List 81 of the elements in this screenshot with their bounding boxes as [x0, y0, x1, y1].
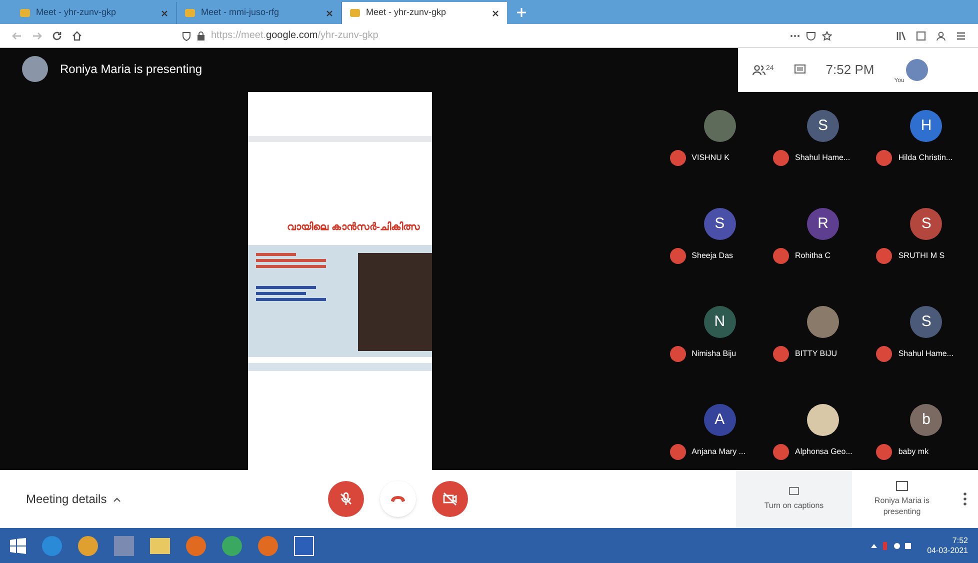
- participant-avatar: b: [910, 404, 942, 436]
- slide-title: വായിലെ കാൻസർ-ചികിത്സ: [286, 220, 421, 235]
- taskbar-date: 04-03-2021: [927, 546, 968, 556]
- star-icon[interactable]: [822, 30, 832, 40]
- presenter-label: Roniya Maria is presenting: [60, 61, 202, 78]
- mic-off-icon: [670, 346, 686, 362]
- chevron-up-icon: [112, 496, 121, 502]
- participant-name: VISHNU K: [692, 152, 730, 164]
- self-avatar: [906, 59, 928, 81]
- sidebar-icon[interactable]: [916, 30, 926, 40]
- participant-name: BITTY BIJU: [794, 348, 838, 360]
- captions-button[interactable]: Turn on captions: [736, 470, 852, 528]
- mic-off-icon: [339, 492, 354, 506]
- hang-up-button[interactable]: [380, 481, 416, 517]
- captions-icon: [789, 486, 799, 494]
- home-icon[interactable]: [72, 30, 82, 40]
- mic-off-icon: [876, 444, 892, 460]
- account-icon[interactable]: [936, 30, 946, 40]
- participant-avatar: S: [704, 208, 736, 240]
- taskbar-folder-icon[interactable]: [150, 538, 170, 554]
- mic-off-icon: [772, 150, 789, 166]
- mic-off-icon: [772, 248, 789, 264]
- shield-icon: [182, 30, 191, 40]
- slide-text-line: [256, 259, 326, 262]
- participant-name: baby mk: [898, 446, 929, 458]
- tray-icon[interactable]: [871, 540, 912, 550]
- browser-tab[interactable]: Meet - yhr-zunv-gkp: [342, 2, 507, 24]
- participant-avatar: S: [910, 306, 942, 338]
- camera-off-button[interactable]: [432, 481, 468, 517]
- reload-icon[interactable]: [52, 30, 62, 40]
- presenting-button[interactable]: Roniya Maria is presenting: [852, 470, 952, 528]
- meeting-details-button[interactable]: Meeting details: [26, 490, 121, 508]
- presenter-avatar: [22, 56, 48, 82]
- lock-icon: [197, 30, 205, 40]
- pocket-icon[interactable]: [806, 30, 816, 40]
- camera-off-icon: [443, 492, 458, 506]
- slide-text-line: [256, 292, 306, 295]
- new-tab-icon[interactable]: [517, 8, 526, 17]
- taskbar-time: 7:52: [952, 536, 968, 546]
- mic-off-icon: [876, 346, 892, 362]
- participant-name: Shahul Hame...: [898, 348, 954, 360]
- participant-name: Alphonsa Geo...: [794, 446, 852, 458]
- mic-off-icon: [876, 150, 892, 166]
- menu-icon[interactable]: [956, 30, 966, 40]
- participant-avatar: N: [704, 306, 736, 338]
- slide-text-line: [256, 265, 326, 268]
- more-icon[interactable]: [790, 34, 800, 38]
- participant-name: Nimisha Biju: [692, 348, 736, 360]
- people-icon[interactable]: [752, 64, 766, 76]
- mic-off-icon: [670, 248, 686, 264]
- url-text: https://meet.google.com/yhr-zunv-gkp: [211, 29, 378, 43]
- participant-avatar: S: [910, 208, 942, 240]
- participant-name: Hilda Christin...: [898, 152, 953, 164]
- slide-text-line: [256, 253, 296, 256]
- library-icon[interactable]: [896, 30, 906, 40]
- clock-time: 7:52 PM: [826, 61, 874, 80]
- participant-name: SRUTHI M S: [898, 250, 945, 262]
- start-icon[interactable]: [10, 538, 26, 554]
- participant-avatar: S: [806, 110, 839, 142]
- slide-text-line: [256, 298, 326, 301]
- participant-avatar: A: [704, 404, 736, 436]
- mic-off-icon: [670, 150, 686, 166]
- participant-name: Sheeja Das: [692, 250, 734, 262]
- mic-off-icon: [670, 444, 686, 460]
- present-icon: [896, 481, 908, 491]
- mic-off-button[interactable]: [328, 481, 364, 517]
- participant-name: Rohitha C: [794, 250, 831, 262]
- chat-icon[interactable]: [794, 64, 806, 76]
- taskbar-app-icon[interactable]: [78, 536, 98, 556]
- taskbar-app-icon[interactable]: [294, 536, 314, 556]
- participant-name: Shahul Hame...: [794, 152, 850, 164]
- participant-name: Anjana Mary ...: [692, 446, 746, 458]
- mic-off-icon: [772, 444, 789, 460]
- mic-off-icon: [772, 346, 789, 362]
- more-vertical-icon: [963, 492, 967, 506]
- participant-avatar: H: [910, 110, 942, 142]
- close-icon[interactable]: [492, 10, 499, 16]
- mic-off-icon: [876, 248, 892, 264]
- participant-avatar: R: [806, 208, 839, 240]
- phone-icon: [390, 495, 406, 503]
- slide-text-line: [256, 286, 316, 289]
